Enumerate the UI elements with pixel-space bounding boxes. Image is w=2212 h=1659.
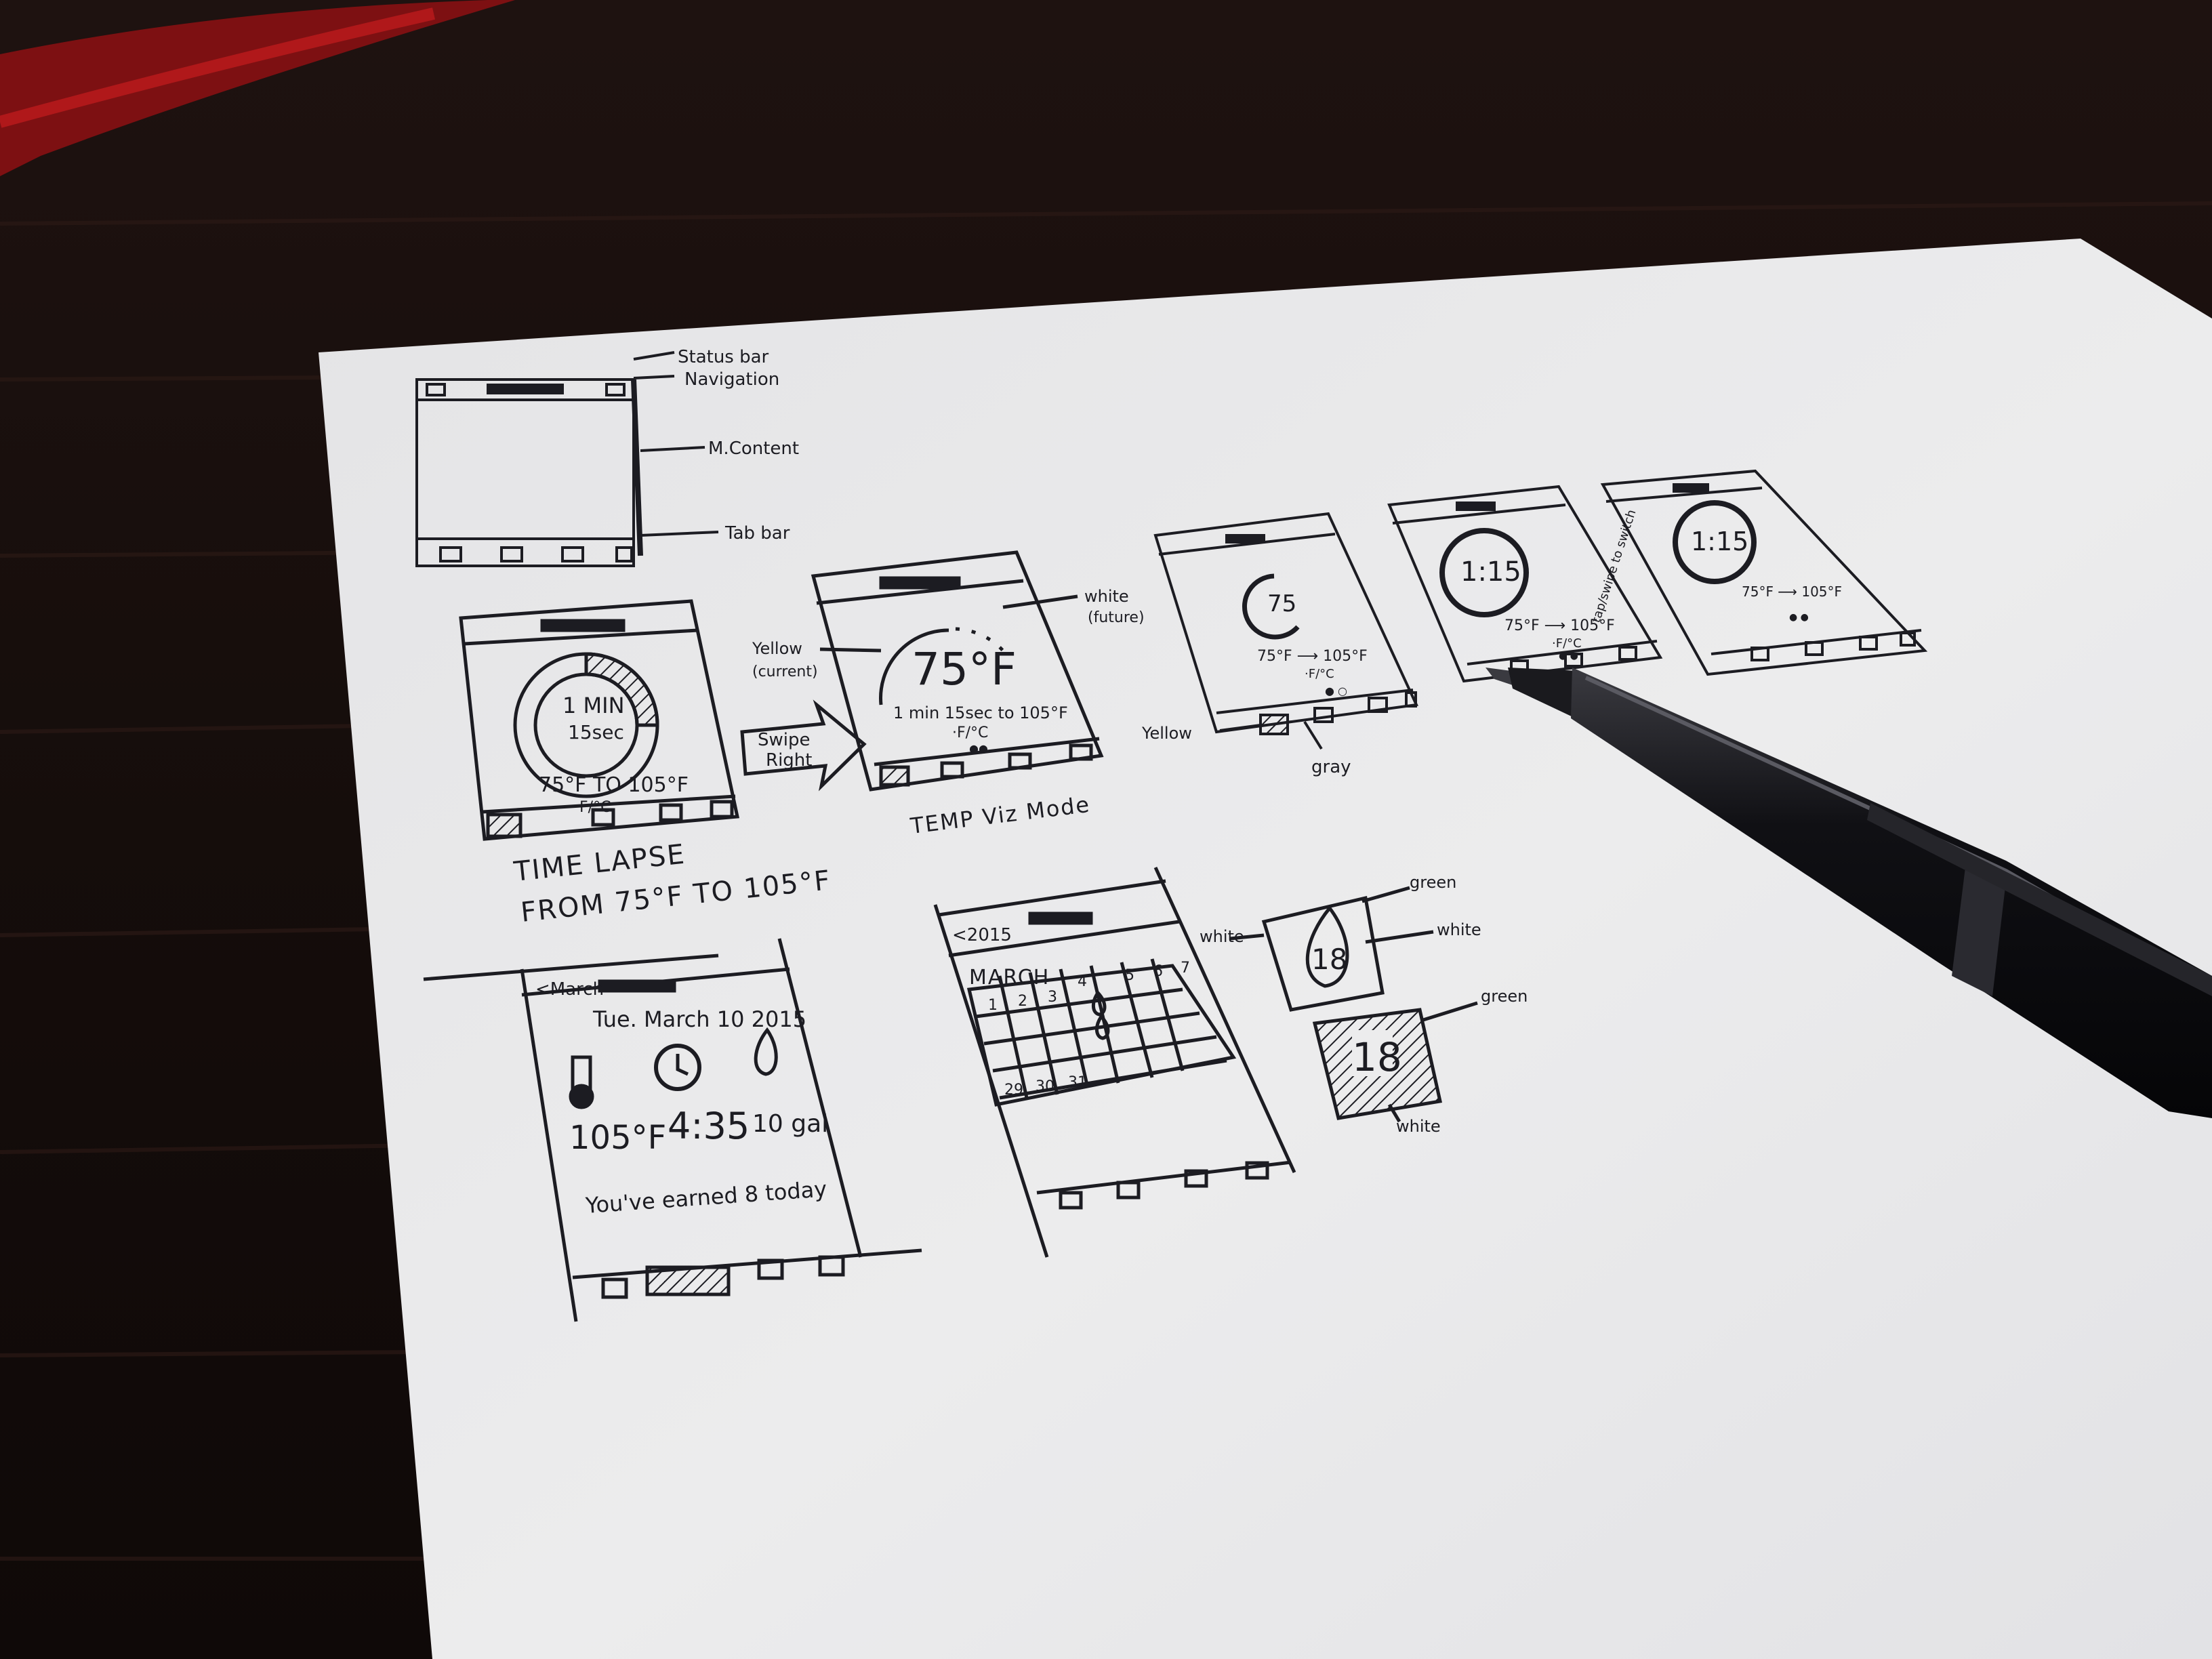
badge-label-white-right: white <box>1437 920 1481 939</box>
temp-viz-subtitle: 1 min 15sec to 105°F <box>893 703 1068 722</box>
day-time: 4:35 <box>668 1105 750 1147</box>
timelapse-ring-text-1: 1 MIN <box>562 693 625 718</box>
swipe-label-2: Right <box>766 750 812 771</box>
badge-label-green-1: green <box>1410 873 1456 892</box>
swipe-label-1: Swipe <box>758 730 811 750</box>
badge-filled-number: 18 <box>1352 1034 1402 1080</box>
small-c-dots: ● ● <box>1789 612 1809 623</box>
small-b-unit: ·F/°C <box>1552 636 1582 651</box>
badge-label-white-bottom: white <box>1396 1117 1441 1136</box>
label-gray: gray <box>1311 757 1351 777</box>
calendar-day: 31 <box>1068 1074 1087 1091</box>
small-a-temp: 75 <box>1267 590 1296 617</box>
calendar-day: 7 <box>1181 960 1190 977</box>
label-tab-bar: Tab bar <box>724 523 790 544</box>
day-temp: 105°F <box>569 1119 666 1157</box>
label-navigation: Navigation <box>684 369 779 390</box>
timelapse-range: 75°F TO 105°F <box>539 773 689 797</box>
label-yellow-current-2: (current) <box>752 663 818 680</box>
badge-label-green-2: green <box>1481 987 1528 1006</box>
calendar-back-link: <2015 <box>952 925 1012 945</box>
calendar-month: MARCH <box>969 966 1050 989</box>
calendar-day: 30 <box>1036 1078 1054 1095</box>
small-a-dots: ● ○ <box>1325 684 1347 697</box>
timelapse-ring-text-2: 15sec <box>568 721 624 743</box>
small-b-time: 1:15 <box>1460 556 1521 588</box>
calendar-day: 4 <box>1078 973 1087 990</box>
small-c-range: 75°F ⟶ 105°F <box>1742 583 1842 600</box>
calendar-day: 1 <box>988 997 998 1014</box>
label-white-future-1: white <box>1084 587 1129 606</box>
label-yellow: Yellow <box>1141 724 1192 743</box>
small-c-time: 1:15 <box>1691 527 1748 556</box>
calendar-day: 29 <box>1004 1082 1023 1099</box>
temp-viz-unit: ·F/°C <box>952 724 988 741</box>
calendar-day: 3 <box>1048 989 1057 1006</box>
label-main-content: M.Content <box>708 438 799 459</box>
calendar-day: 2 <box>1018 993 1027 1010</box>
label-status-bar: Status bar <box>678 347 769 367</box>
small-b-dots: ● ● <box>1559 651 1578 661</box>
small-a-range: 75°F ⟶ 105°F <box>1257 648 1368 665</box>
day-back-link: <March <box>535 979 604 1000</box>
temp-viz-temp: 75°F <box>912 643 1017 695</box>
timelapse-unit: F/°C <box>579 799 611 816</box>
day-volume: 10 gal <box>752 1110 828 1138</box>
photo-scene: Status bar Navigation M.Content Tab bar … <box>0 0 2212 1659</box>
small-a-unit: ·F/°C <box>1305 667 1334 681</box>
temp-viz-dots: ●● <box>969 742 988 755</box>
calendar-day: 5 <box>1125 967 1134 984</box>
calendar-day: 6 <box>1153 963 1163 980</box>
label-yellow-current-1: Yellow <box>752 639 802 658</box>
badge-outline-number: 18 <box>1311 943 1347 976</box>
label-white-future-2: (future) <box>1088 609 1145 626</box>
badge-label-white-left: white <box>1200 927 1244 946</box>
day-date: Tue. March 10 2015 <box>592 1006 806 1032</box>
